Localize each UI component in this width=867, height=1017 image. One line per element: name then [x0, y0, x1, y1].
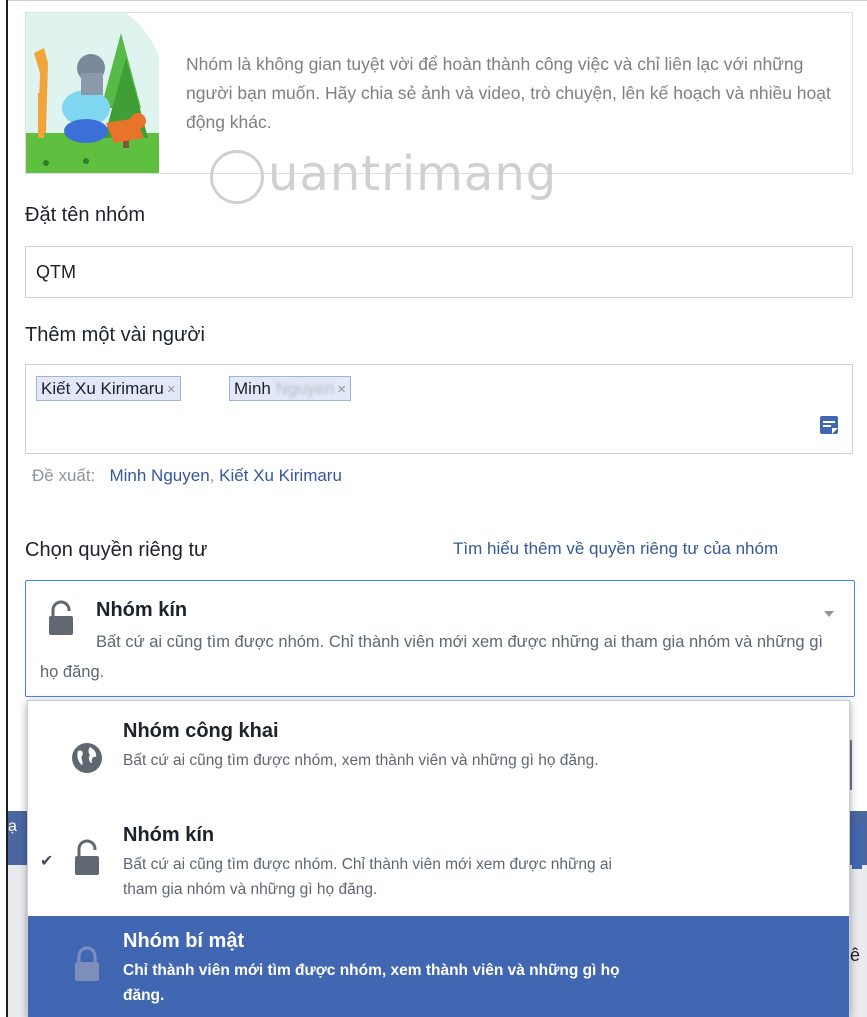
privacy-dropdown-menu: Nhóm công khai Bất cứ ai cũng tìm được n…: [27, 700, 850, 1017]
member-chip-name-blurred: Nguyen: [275, 379, 335, 398]
members-input[interactable]: Kiết Xu Kirimaru × Minh Nguyen ×: [25, 364, 853, 454]
member-chip-name: Minh: [234, 379, 271, 398]
checkmark-icon: ✔: [40, 853, 54, 870]
group-name-label: Đặt tên nhóm: [25, 204, 146, 226]
member-chip[interactable]: Minh Nguyen ×: [229, 376, 351, 401]
intro-banner: Nhóm là không gian tuyệt vời để hoàn thà…: [25, 12, 853, 174]
background-button: [852, 825, 862, 869]
watermark-logo-icon: [210, 150, 264, 204]
suggestion-separator: ,: [209, 466, 220, 485]
member-chip[interactable]: Kiết Xu Kirimaru ×: [36, 376, 181, 401]
lock-open-icon: [75, 839, 99, 875]
remove-member-icon[interactable]: ×: [337, 381, 346, 398]
suggestions-label: Đề xuất:: [32, 466, 96, 485]
privacy-option-secret[interactable]: Nhóm bí mật Chỉ thành viên mới tìm được …: [28, 916, 849, 1017]
privacy-option-title: Nhóm công khai: [123, 720, 279, 742]
remove-member-icon[interactable]: ×: [167, 381, 176, 398]
note-icon[interactable]: [819, 415, 839, 437]
chevron-down-icon[interactable]: [824, 611, 834, 617]
group-name-value: QTM: [36, 262, 76, 282]
privacy-option-public[interactable]: Nhóm công khai Bất cứ ai cũng tìm được n…: [28, 701, 849, 813]
intro-text: Nhóm là không gian tuyệt vời để hoàn thà…: [186, 54, 831, 132]
privacy-label: Chọn quyền riêng tư: [25, 539, 208, 561]
privacy-option-description: Bất cứ ai cũng tìm được nhóm, xem thành …: [123, 752, 599, 769]
privacy-option-title: Nhóm kín: [123, 824, 215, 846]
privacy-selected-description: Bất cứ ai cũng tìm được nhóm. Chỉ thành …: [40, 633, 823, 681]
globe-icon: [72, 743, 102, 773]
privacy-option-title: Nhóm bí mật: [123, 930, 245, 952]
group-illustration: [26, 13, 159, 173]
suggestion-link[interactable]: Minh Nguyen: [109, 466, 209, 485]
add-members-label: Thêm một vài người: [25, 324, 205, 346]
background-button-text: ạ: [8, 818, 17, 835]
privacy-option-description: Chỉ thành viên mới tìm được nhóm, xem th…: [123, 962, 620, 1004]
background-divider: [850, 740, 852, 790]
suggestion-link[interactable]: Kiết Xu Kirimaru: [219, 466, 342, 485]
privacy-option-description: Bất cứ ai cũng tìm được nhóm. Chỉ thành …: [123, 856, 612, 898]
window-top-border: [6, 0, 867, 1]
privacy-select[interactable]: Nhóm kín Bất cứ ai cũng tìm được nhóm. C…: [25, 580, 855, 697]
suggestions: Đề xuất: Minh Nguyen, Kiết Xu Kirimaru: [32, 466, 342, 486]
privacy-option-closed[interactable]: ✔ Nhóm kín Bất cứ ai cũng tìm được nhóm.…: [28, 813, 849, 916]
group-name-input[interactable]: QTM: [25, 246, 853, 298]
member-chip-name: Kiết Xu Kirimaru: [41, 379, 164, 398]
background-text: ê: [850, 945, 861, 965]
privacy-learn-more-link[interactable]: Tìm hiểu thêm về quyền riêng tư của nhóm: [453, 539, 778, 559]
privacy-selected-title: Nhóm kín: [96, 599, 188, 621]
lock-closed-icon: [75, 946, 99, 981]
